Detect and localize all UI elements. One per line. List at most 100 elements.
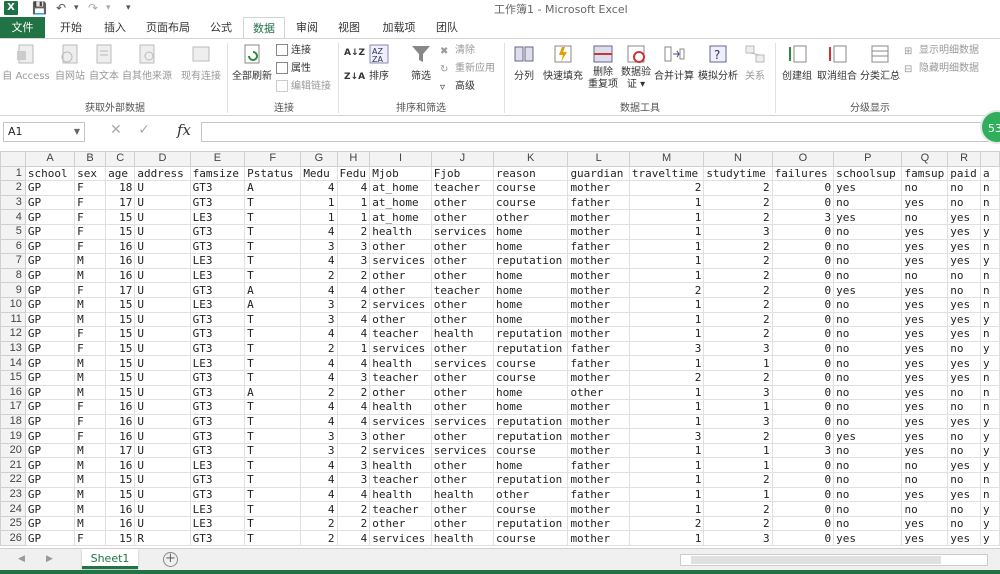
cell[interactable]: mother xyxy=(567,501,630,517)
cell[interactable]: other xyxy=(430,399,494,415)
cell[interactable]: 17 xyxy=(105,442,136,459)
cell[interactable]: T xyxy=(244,326,302,342)
cell[interactable]: services xyxy=(369,442,432,459)
remove-duplicates-button[interactable]: 删除 重复项 xyxy=(586,43,620,91)
cell[interactable]: other xyxy=(369,311,432,328)
cell[interactable]: yes xyxy=(901,384,949,401)
cell[interactable]: mother xyxy=(567,413,630,430)
cell[interactable]: T xyxy=(244,340,302,357)
cell[interactable]: 2 xyxy=(628,180,705,196)
cell[interactable]: n xyxy=(980,180,1000,196)
cell[interactable]: course xyxy=(492,442,569,459)
tab-file[interactable]: 文件 xyxy=(0,17,45,38)
cell[interactable]: F xyxy=(74,530,107,547)
cell[interactable]: T xyxy=(244,223,302,240)
tab-review[interactable]: 审阅 xyxy=(290,17,324,38)
cell[interactable]: F xyxy=(74,326,107,342)
cell[interactable]: other xyxy=(430,238,494,255)
cell[interactable]: 1 xyxy=(628,501,705,517)
cell[interactable]: 4 xyxy=(336,282,371,298)
cell[interactable]: 2 xyxy=(336,296,371,313)
cell[interactable]: GT3 xyxy=(189,326,246,342)
cell[interactable]: mother xyxy=(567,223,630,240)
cell[interactable]: no xyxy=(833,355,903,371)
cell[interactable]: services xyxy=(430,442,494,459)
cell[interactable]: 0 xyxy=(771,428,835,444)
cell[interactable]: reputation xyxy=(492,340,569,357)
tab-formulas[interactable]: 公式 xyxy=(204,17,238,38)
cell[interactable]: home xyxy=(492,267,569,284)
cell[interactable]: 4 xyxy=(300,355,338,371)
cell[interactable]: n xyxy=(980,209,1000,225)
cell[interactable]: yes xyxy=(947,238,982,255)
cell[interactable]: 2 xyxy=(300,267,338,284)
cell[interactable]: T xyxy=(244,369,302,386)
advanced-filter-button[interactable]: ▿ 高级 xyxy=(440,79,475,95)
cell[interactable]: 1 xyxy=(628,530,705,547)
column-header[interactable]: J xyxy=(430,151,494,167)
cell[interactable]: services xyxy=(369,340,432,357)
cell[interactable]: sex xyxy=(74,165,107,182)
cell[interactable]: F xyxy=(74,428,107,444)
row-header[interactable]: 16 xyxy=(0,384,26,401)
cell[interactable]: mother xyxy=(567,209,630,225)
cell[interactable]: M xyxy=(74,486,107,503)
cell[interactable]: no xyxy=(833,340,903,357)
cell[interactable]: GP xyxy=(24,209,76,225)
cell[interactable]: 2 xyxy=(336,442,371,459)
cell[interactable]: yes xyxy=(833,428,903,444)
cell[interactable]: other xyxy=(430,515,494,532)
cell[interactable]: U xyxy=(134,369,191,386)
column-header[interactable]: R xyxy=(947,151,982,167)
cell[interactable]: mother xyxy=(567,311,630,328)
cell[interactable]: course xyxy=(492,180,569,196)
row-header[interactable]: 9 xyxy=(0,282,26,298)
cell[interactable]: y xyxy=(980,515,1000,532)
cell[interactable]: GT3 xyxy=(189,428,246,444)
row-header[interactable]: 26 xyxy=(0,530,26,547)
cell[interactable]: GP xyxy=(24,472,76,488)
cell[interactable]: n xyxy=(980,326,1000,342)
cell[interactable]: 1 xyxy=(336,209,371,225)
filter-button[interactable]: 筛选 xyxy=(404,43,438,82)
cell[interactable]: schoolsup xyxy=(833,165,903,182)
cell[interactable]: 2 xyxy=(703,472,773,488)
cell[interactable]: U xyxy=(134,515,191,532)
cell[interactable]: no xyxy=(833,296,903,313)
cell[interactable]: F xyxy=(74,282,107,298)
cell[interactable]: teacher xyxy=(369,472,432,488)
cell[interactable]: GP xyxy=(24,413,76,430)
cell[interactable]: 2 xyxy=(300,530,338,547)
cell[interactable]: other xyxy=(369,267,432,284)
row-header[interactable]: 18 xyxy=(0,413,26,430)
cell[interactable]: yes xyxy=(947,209,982,225)
cell[interactable]: 4 xyxy=(300,501,338,517)
cell[interactable]: yes xyxy=(947,486,982,503)
row-header[interactable]: 22 xyxy=(0,472,26,488)
cell[interactable]: 16 xyxy=(105,515,136,532)
cell[interactable]: y xyxy=(980,530,1000,547)
from-other-sources-button[interactable]: 自其他来源 xyxy=(120,43,174,82)
cell[interactable]: U xyxy=(134,223,191,240)
cell[interactable]: 1 xyxy=(628,209,705,225)
cell[interactable]: 4 xyxy=(336,311,371,328)
cell[interactable]: yes xyxy=(947,369,982,386)
cell[interactable]: reputation xyxy=(492,253,569,269)
cell[interactable]: 2 xyxy=(703,515,773,532)
cell[interactable]: 3 xyxy=(771,209,835,225)
cell[interactable]: 0 xyxy=(771,267,835,284)
row-header[interactable]: 25 xyxy=(0,515,26,532)
cell[interactable]: other xyxy=(492,209,569,225)
cell[interactable]: 15 xyxy=(105,296,136,313)
row-header[interactable]: 12 xyxy=(0,326,26,342)
cell[interactable]: reputation xyxy=(492,472,569,488)
cell[interactable]: 0 xyxy=(771,282,835,298)
cell[interactable]: GP xyxy=(24,282,76,298)
cell[interactable]: health xyxy=(369,457,432,474)
cell[interactable]: yes xyxy=(901,282,949,298)
cell[interactable]: U xyxy=(134,355,191,371)
cell[interactable]: other xyxy=(430,194,494,211)
cell[interactable]: y xyxy=(980,413,1000,430)
cell[interactable]: U xyxy=(134,267,191,284)
cell[interactable]: 3 xyxy=(703,223,773,240)
